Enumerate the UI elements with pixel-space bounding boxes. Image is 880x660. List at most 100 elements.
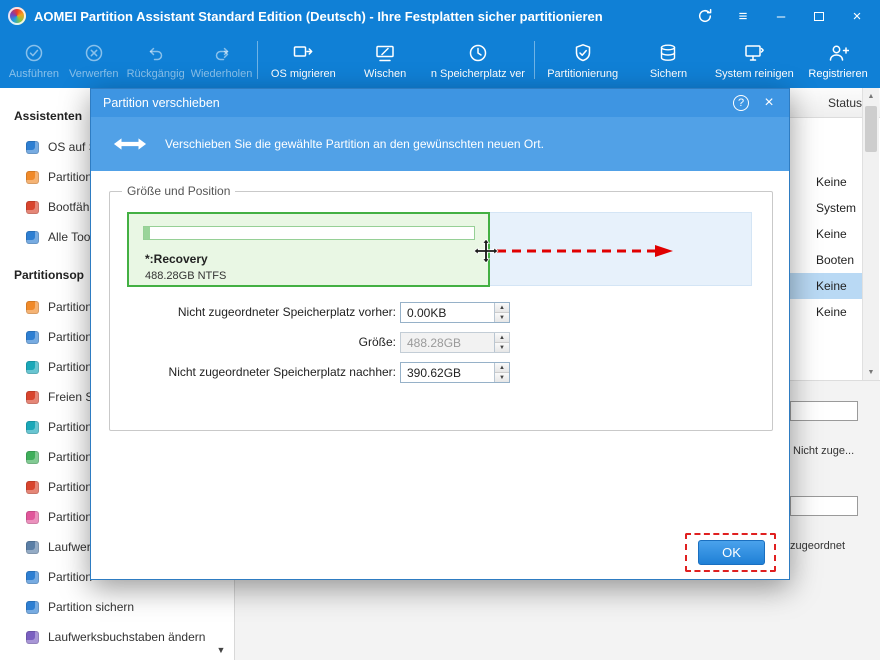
status-cell: System (816, 201, 857, 215)
toolbar-clean-system-button[interactable]: System reinigen (708, 32, 800, 88)
all-tools-icon (26, 230, 39, 244)
sidebar-scroll-down-icon[interactable]: ▼ (212, 642, 230, 658)
status-cell: Keine (816, 175, 847, 189)
clean-system-icon (743, 41, 765, 65)
scroll-thumb[interactable] (865, 106, 877, 152)
status-cell: Keine (816, 227, 847, 241)
partition-block[interactable]: *:Recovery 488.28GB NTFS (127, 212, 490, 287)
status-cell: Keine (816, 305, 847, 319)
toolbar: Ausführen Verwerfen Rückgängig Wiederhol… (0, 32, 880, 88)
minimize-button[interactable]: – (766, 0, 796, 32)
undo-icon (145, 41, 167, 65)
partition-usage-bar (143, 226, 475, 240)
sidebar-item-change-drive-letter[interactable]: Laufwerksbuchstaben ändern (0, 622, 234, 652)
toolbar-partitioning-button[interactable]: Partitionierung (537, 32, 629, 88)
disk-label: Nicht zuge... (793, 445, 855, 457)
spinner-down-icon: ▼ (495, 342, 509, 352)
register-user-icon (827, 41, 850, 65)
merge-icon (26, 330, 39, 344)
wipe-icon (374, 41, 396, 65)
delete-icon (26, 480, 39, 494)
dialog-description: Verschieben Sie die gewählte Partition a… (165, 137, 544, 151)
status-cell: Keine (816, 279, 847, 293)
partition-size: 488.28GB NTFS (145, 270, 227, 282)
window-title: AOMEI Partition Assistant Standard Editi… (34, 8, 603, 24)
shield-icon (572, 41, 594, 65)
boot-media-icon (26, 200, 39, 214)
toolbar-discard-button[interactable]: Verwerfen (64, 32, 124, 88)
toolbar-undo-button[interactable]: Rückgängig (124, 32, 188, 88)
run-check-icon (23, 41, 45, 65)
discard-x-icon (83, 41, 105, 65)
menu-icon[interactable]: ≡ (728, 0, 758, 32)
disk-label: zugeordnet (790, 540, 846, 552)
partition-wizard-icon (26, 170, 39, 184)
partition-visualization: *:Recovery 488.28GB NTFS (127, 212, 752, 287)
app-window: AOMEI Partition Assistant Standard Editi… (0, 0, 880, 660)
split-icon (26, 360, 39, 374)
move-arrow-icon (113, 138, 147, 150)
clock-icon (467, 41, 489, 65)
partition-name: *:Recovery (145, 252, 208, 266)
resize-icon (26, 300, 39, 314)
toolbar-apply-button[interactable]: Ausführen (4, 32, 64, 88)
space-after-field[interactable]: ▲▼ (400, 362, 510, 383)
label-icon (26, 450, 39, 464)
move-cursor-icon[interactable] (473, 238, 499, 264)
spinner-up-icon[interactable]: ▲ (495, 363, 509, 372)
space-before-label: Nicht zugeordneter Speicherplatz vorher: (177, 305, 396, 319)
spinner[interactable]: ▲ ▼ (494, 363, 509, 382)
disk-bar[interactable] (790, 401, 858, 421)
align-icon (26, 570, 39, 584)
size-field: ▲▼ (400, 332, 510, 353)
spinner[interactable]: ▲ ▼ (494, 303, 509, 322)
drag-direction-arrow (497, 245, 673, 257)
maximize-icon (814, 11, 824, 21)
groupbox-label: Größe und Position (122, 184, 236, 198)
drive-icon (26, 540, 39, 554)
spinner-down-icon[interactable]: ▼ (495, 372, 509, 382)
scroll-up-icon[interactable]: ▲ (863, 88, 879, 104)
drive-letter-icon (26, 630, 39, 644)
monitor-icon (26, 140, 39, 154)
toolbar-register-button[interactable]: Registrieren (800, 32, 876, 88)
dialog-close-icon[interactable]: × (759, 93, 779, 113)
close-button[interactable]: × (842, 0, 872, 32)
help-icon[interactable]: ? (733, 95, 749, 111)
status-cell: Booten (816, 253, 855, 267)
partition-usage-fill (144, 227, 150, 239)
sidebar-item-check-partition[interactable]: Partition sichern (0, 592, 234, 622)
spinner: ▲ ▼ (494, 333, 509, 352)
toolbar-backup-button[interactable]: Sichern (629, 32, 709, 88)
dialog-title: Partition verschieben (103, 96, 220, 110)
toolbar-migrate-os-button[interactable]: OS migrieren (260, 32, 346, 88)
toolbar-separator (257, 41, 259, 79)
dialog-titlebar[interactable]: Partition verschieben (91, 89, 789, 117)
table-scrollbar[interactable]: ▲ ▼ (862, 88, 879, 380)
titlebar: AOMEI Partition Assistant Standard Editi… (0, 0, 880, 32)
toolbar-redo-button[interactable]: Wiederholen (188, 32, 256, 88)
refresh-icon[interactable] (690, 0, 720, 32)
spinner-down-icon[interactable]: ▼ (495, 312, 509, 322)
redo-icon (211, 41, 233, 65)
maximize-button[interactable] (804, 0, 834, 32)
disk-bar[interactable] (790, 496, 858, 516)
status-column-header[interactable]: Status (828, 88, 862, 118)
migrate-os-icon (292, 41, 314, 65)
ok-button[interactable]: OK (698, 540, 765, 565)
toolbar-wipe-button[interactable]: Wischen (346, 32, 424, 88)
scroll-down-icon[interactable]: ▼ (863, 364, 879, 380)
dialog-description-band: Verschieben Sie die gewählte Partition a… (91, 117, 789, 171)
backup-icon (657, 41, 679, 65)
format-icon (26, 510, 39, 524)
check-partition-icon (26, 600, 39, 614)
spinner-up-icon: ▲ (495, 333, 509, 342)
spinner-up-icon[interactable]: ▲ (495, 303, 509, 312)
copy-icon (26, 420, 39, 434)
allocate-icon (26, 390, 39, 404)
toolbar-separator (533, 41, 535, 79)
space-before-field[interactable]: ▲▼ (400, 302, 510, 323)
space-after-label: Nicht zugeordneter Speicherplatz nachher… (168, 365, 396, 379)
toolbar-allocate-space-button[interactable]: n Speicherplatz ver (424, 32, 532, 88)
size-label: Größe: (358, 335, 396, 349)
